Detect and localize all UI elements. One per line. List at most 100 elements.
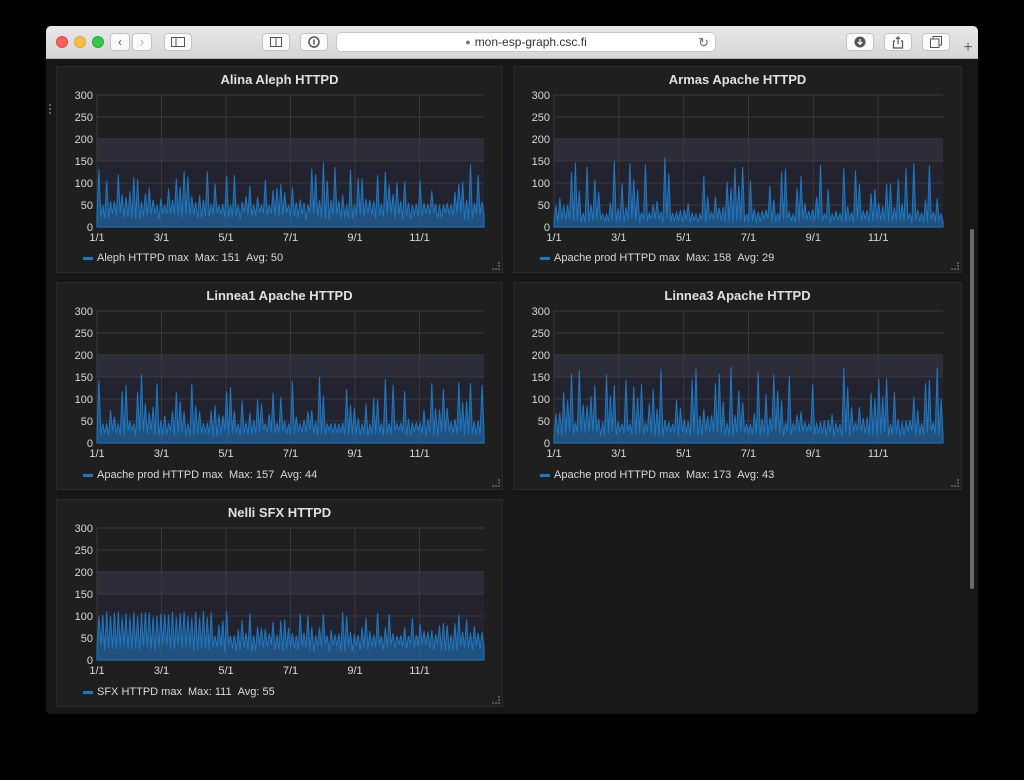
downloads-button[interactable]: [846, 33, 874, 51]
panel-linnea3-apache: Linnea3 Apache HTTPD 0 50 100 150 200 250 300 1…: [513, 282, 962, 490]
legend-max: Max: 157: [228, 469, 275, 481]
panel-legend: Aleph HTTPD max Max: 151 Avg: 50: [83, 252, 283, 264]
page-scrollbar[interactable]: [970, 229, 974, 589]
chart-nelli-sfx: 0501001502002503001/1 3/1 5/1 7/1 9/1 11/1: [75, 523, 485, 677]
share-button[interactable]: [884, 33, 912, 51]
x-tick-label: 1/1: [89, 448, 104, 460]
legend-series-name[interactable]: Apache prod HTTPD max: [554, 252, 680, 264]
x-tick-label: 3/1: [611, 448, 626, 460]
download-icon: [854, 36, 866, 48]
address-bar[interactable]: ● mon-esp-graph.csc.fi ↻: [336, 32, 716, 52]
panel-legend: Apache prod HTTPD max Max: 158 Avg: 29: [540, 252, 774, 264]
y-tick-label: 250: [75, 545, 93, 557]
legend-avg: Avg: 44: [280, 469, 318, 481]
x-tick-label: 9/1: [806, 232, 821, 244]
series-swatch: [83, 690, 93, 694]
panel-nelli-sfx: Nelli SFX HTTPD 0 50 100 150 200 250 300 1/1 3/1…: [56, 499, 503, 707]
forward-button[interactable]: ›: [132, 33, 152, 51]
x-tick-label: 9/1: [347, 448, 362, 460]
privacy-button[interactable]: [300, 33, 328, 51]
resize-handle[interactable]: [492, 262, 500, 270]
y-tick-label: 100: [75, 611, 93, 623]
x-tick-label: 5/1: [218, 665, 233, 677]
series-swatch: [83, 473, 93, 477]
resize-handle[interactable]: [951, 479, 959, 487]
series-swatch: [540, 256, 550, 260]
y-tick-label: 300: [75, 306, 93, 318]
y-tick-label: 50: [538, 416, 550, 428]
zoom-window-button[interactable]: [92, 36, 104, 48]
resize-handle[interactable]: [951, 262, 959, 270]
sidebar-icon: [171, 37, 185, 47]
legend-series-name[interactable]: SFX HTTPD max: [97, 686, 182, 698]
y-tick-label: 200: [532, 134, 550, 146]
y-tick-label: 150: [75, 372, 93, 384]
x-tick-label: 7/1: [283, 232, 298, 244]
minimize-window-button[interactable]: [74, 36, 86, 48]
x-tick-label: 3/1: [611, 232, 626, 244]
y-tick-label: 250: [75, 328, 93, 340]
url-text: mon-esp-graph.csc.fi: [474, 35, 587, 49]
y-tick-label: 250: [532, 112, 550, 124]
legend-avg: Avg: 50: [245, 252, 284, 264]
new-tab-button[interactable]: +: [958, 38, 978, 58]
x-tick-label: 3/1: [154, 448, 169, 460]
legend-avg: Avg: 43: [737, 469, 775, 481]
x-tick-label: 9/1: [347, 665, 362, 677]
x-tick-label: 5/1: [218, 232, 233, 244]
x-tick-label: 11/1: [409, 665, 430, 677]
y-tick-label: 100: [75, 394, 93, 406]
y-tick-label: 100: [532, 178, 550, 190]
y-tick-label: 200: [75, 350, 93, 362]
series-swatch: [540, 473, 550, 477]
x-tick-label: 1/1: [89, 665, 104, 677]
y-tick-label: 250: [532, 328, 550, 340]
y-tick-label: 150: [532, 156, 550, 168]
x-tick-label: 11/1: [409, 448, 430, 460]
legend-max: Max: 111: [187, 686, 232, 698]
x-tick-label: 7/1: [741, 232, 756, 244]
y-tick-label: 50: [538, 200, 550, 212]
x-tick-label: 11/1: [868, 232, 889, 244]
reload-icon[interactable]: ↻: [698, 35, 709, 51]
y-tick-label: 100: [75, 178, 93, 190]
legend-series-name[interactable]: Apache prod HTTPD max: [97, 469, 223, 481]
y-tick-label: 200: [532, 350, 550, 362]
x-tick-label: 1/1: [546, 232, 561, 244]
y-tick-label: 150: [532, 372, 550, 384]
close-window-button[interactable]: [56, 36, 68, 48]
legend-series-name[interactable]: Apache prod HTTPD max: [554, 469, 680, 481]
x-tick-label: 1/1: [89, 232, 104, 244]
row-drag-handle[interactable]: [48, 103, 52, 115]
legend-series-name[interactable]: Aleph HTTPD max: [97, 252, 189, 264]
chart-linnea1-apache: 0501001502002503001/1 3/1 5/1 7/1 9/1 11/1: [75, 306, 485, 460]
legend-avg: Avg: 29: [737, 252, 775, 264]
back-button[interactable]: ‹: [110, 33, 130, 51]
chart-linnea3-apache: 0501001502002503001/1 3/1 5/1 7/1 9/1 11/1: [532, 306, 944, 460]
y-tick-label: 200: [75, 134, 93, 146]
share-icon: [892, 35, 904, 49]
resize-handle[interactable]: [492, 479, 500, 487]
y-tick-label: 50: [81, 633, 93, 645]
y-tick-label: 150: [75, 589, 93, 601]
y-tick-label: 150: [75, 156, 93, 168]
y-tick-label: 50: [81, 200, 93, 212]
panel-legend: Apache prod HTTPD max Max: 157 Avg: 44: [83, 469, 317, 481]
legend-max: Max: 158: [685, 252, 732, 264]
tab-overview-button[interactable]: [262, 33, 290, 51]
sidebar-button[interactable]: [164, 33, 192, 51]
browser-window: ‹ › ● mon-esp-graph.csc.fi ↻ + Alina Ale…: [46, 26, 978, 714]
chart-armas-apache: 0501001502002503001/1 3/1 5/1 7/1 9/1 11/1: [532, 90, 944, 244]
legend-avg: Avg: 55: [237, 686, 275, 698]
y-tick-label: 250: [75, 112, 93, 124]
resize-handle[interactable]: [492, 696, 500, 704]
x-tick-label: 5/1: [676, 232, 691, 244]
tabs-button[interactable]: [922, 33, 950, 51]
x-tick-label: 7/1: [741, 448, 756, 460]
x-tick-label: 3/1: [154, 232, 169, 244]
x-tick-label: 1/1: [546, 448, 561, 460]
tabs-icon: [930, 36, 942, 48]
x-tick-label: 9/1: [806, 448, 821, 460]
y-tick-label: 300: [532, 306, 550, 318]
panel-legend: Apache prod HTTPD max Max: 173 Avg: 43: [540, 469, 774, 481]
